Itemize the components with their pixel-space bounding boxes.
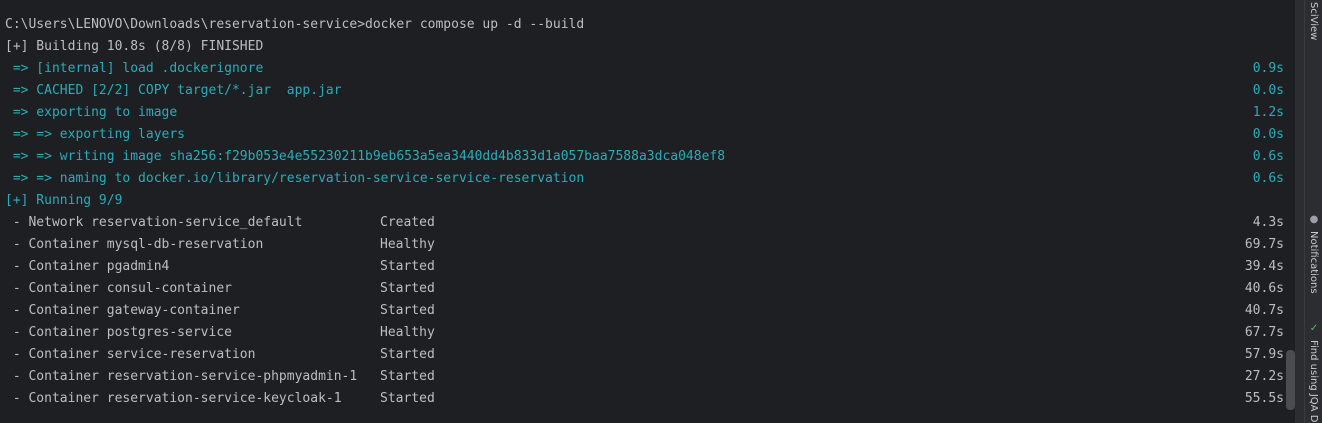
- running-item: - Container mysql-db-reservation Healthy 6…: [0, 234, 1295, 256]
- build-step-time: 0.9s: [1252, 61, 1284, 76]
- build-step-text: => CACHED [2/2] COPY target/*.jar app.ja…: [5, 83, 342, 98]
- running-item-status: Started: [380, 347, 435, 362]
- running-item: - Container reservation-service-phpmyadm…: [0, 366, 1295, 388]
- sciview-label: SciView: [1308, 2, 1319, 41]
- build-step: => => naming to docker.io/library/reserv…: [0, 168, 1295, 190]
- running-item-time: 27.2s: [1244, 369, 1284, 384]
- running-item-text: - Container reservation-service-phpmyadm…: [5, 369, 358, 384]
- build-step-time: 1.2s: [1252, 105, 1284, 120]
- running-item-text: - Container reservation-service-keycloak…: [5, 391, 342, 406]
- running-item-time: 57.9s: [1244, 347, 1284, 362]
- terminal-scrollbar[interactable]: [1286, 350, 1295, 410]
- running-item-time: 67.7s: [1244, 325, 1284, 340]
- running-item-text: - Network reservation-service_default: [5, 215, 303, 230]
- running-item: - Container gateway-container Started 40.7…: [0, 300, 1295, 322]
- running-item-status: Started: [380, 281, 435, 296]
- bell-icon: ●: [1309, 214, 1319, 225]
- running-item-status: Created: [380, 215, 435, 230]
- running-item: - Container pgadmin4 Started 39.4s: [0, 256, 1295, 278]
- running-item: - Container consul-container Started 40.6s: [0, 278, 1295, 300]
- running-item-text: - Container mysql-db-reservation: [5, 237, 264, 252]
- running-item-status: Started: [380, 259, 435, 274]
- build-step-text: => => exporting layers: [5, 127, 186, 142]
- sciview-tool-button[interactable]: SciView: [1305, 0, 1322, 50]
- running-item-text: - Container consul-container: [5, 281, 232, 296]
- running-item-status: Started: [380, 369, 435, 384]
- command-line: C:\Users\LENOVO\Downloads\reservation-se…: [5, 17, 585, 32]
- running-item: - Container reservation-service-keycloak…: [0, 388, 1295, 410]
- build-step-time: 0.0s: [1252, 127, 1284, 142]
- running-item-time: 4.3s: [1252, 215, 1284, 230]
- build-step: => [internal] load .dockerignore 0.9s: [0, 58, 1295, 80]
- find-jqa-label: Find using JQA D: [1308, 340, 1319, 423]
- build-step-time: 0.6s: [1252, 149, 1284, 164]
- terminal-output[interactable]: C:\Users\LENOVO\Downloads\reservation-se…: [0, 0, 1295, 423]
- build-step: => CACHED [2/2] COPY target/*.jar app.ja…: [0, 80, 1295, 102]
- running-item-time: 40.6s: [1244, 281, 1284, 296]
- build-step-time: 0.6s: [1252, 171, 1284, 186]
- running-item: - Container postgres-service Healthy 67.7s: [0, 322, 1295, 344]
- build-step: => => exporting layers 0.0s: [0, 124, 1295, 146]
- build-step-text: => [internal] load .dockerignore: [5, 61, 264, 76]
- notifications-label: Notifications: [1308, 231, 1319, 294]
- running-item-status: Healthy: [380, 325, 435, 340]
- running-item-text: - Container gateway-container: [5, 303, 240, 318]
- build-step-time: 0.0s: [1252, 83, 1284, 98]
- right-tool-strip: SciView ● Notifications ✓ Find using JQA…: [1304, 0, 1322, 423]
- running-item-status: Healthy: [380, 237, 435, 252]
- build-header: [+] Building 10.8s (8/8) FINISHED: [5, 39, 264, 54]
- running-item-text: - Container service-reservation: [5, 347, 256, 362]
- build-step-text: => => naming to docker.io/library/reserv…: [5, 171, 585, 186]
- find-jqa-tool-button[interactable]: ✓ Find using JQA D: [1305, 322, 1322, 423]
- notifications-tool-button[interactable]: ● Notifications: [1305, 213, 1322, 303]
- running-item-time: 39.4s: [1244, 259, 1284, 274]
- running-item-time: 55.5s: [1244, 391, 1284, 406]
- running-item-status: Started: [380, 391, 435, 406]
- build-step: => => writing image sha256:f29b053e4e552…: [0, 146, 1295, 168]
- running-item-text: - Container pgadmin4: [5, 259, 170, 274]
- build-step-text: => exporting to image: [5, 105, 178, 120]
- build-step-text: => => writing image sha256:f29b053e4e552…: [5, 149, 726, 164]
- running-item-time: 69.7s: [1244, 237, 1284, 252]
- running-item: - Container service-reservation Started 57…: [0, 344, 1295, 366]
- check-icon: ✓: [1309, 323, 1319, 334]
- running-header: [+] Running 9/9: [5, 193, 123, 208]
- running-item: - Network reservation-service_default Cre…: [0, 212, 1295, 234]
- running-item-time: 40.7s: [1244, 303, 1284, 318]
- build-step: => exporting to image 1.2s: [0, 102, 1295, 124]
- running-item-text: - Container postgres-service: [5, 325, 232, 340]
- running-item-status: Started: [380, 303, 435, 318]
